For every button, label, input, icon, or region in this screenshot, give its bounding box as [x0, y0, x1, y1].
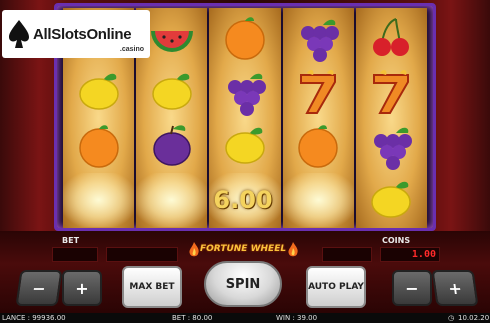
bet-label: BET: [62, 236, 80, 245]
max-bet-button[interactable]: MAX BET: [122, 266, 182, 308]
lemon-icon: [209, 119, 280, 173]
bet-minus-button[interactable]: −: [15, 270, 63, 306]
plum-icon: [136, 119, 207, 173]
total-bet-readout: BET : 80.00: [172, 314, 213, 322]
win-readout: WIN : 39.00: [276, 314, 318, 322]
coins-label: COINS: [382, 236, 411, 245]
balance-readout: LANCE : 99936.00: [2, 314, 66, 322]
bet-value-display: [106, 247, 178, 262]
bet-plus-button[interactable]: +: [62, 270, 102, 306]
status-bar: LANCE : 99936.00 BET : 80.00 WIN : 39.00…: [0, 313, 490, 323]
reel-5: [355, 8, 428, 228]
lemon-icon: [63, 65, 134, 119]
logo-brand: AllSlotsOnline: [33, 25, 132, 43]
flame-icon: [189, 242, 199, 257]
coins-plus-button[interactable]: +: [431, 270, 479, 306]
grapes-icon: [356, 119, 427, 173]
bet-display: [52, 247, 98, 262]
orange-icon: [63, 119, 134, 173]
seven-icon: [356, 65, 427, 119]
clock-readout: 10.02.20: [458, 314, 490, 322]
lemon-icon: [136, 65, 207, 119]
auto-play-button[interactable]: AUTO PLAY: [306, 266, 366, 308]
orange-icon: [209, 11, 280, 65]
flame-icon: [288, 242, 298, 257]
win-amount-display: 6.00: [213, 186, 273, 214]
winning-highlight: [282, 173, 354, 227]
coins-left-display: [322, 247, 372, 262]
spin-button[interactable]: SPIN: [204, 261, 282, 307]
reel-4: [282, 8, 354, 228]
winning-highlight: [63, 173, 135, 227]
spade-icon: [9, 20, 29, 48]
orange-icon: [283, 119, 354, 173]
fortune-wheel-title: FORTUNE WHEEL: [200, 244, 287, 254]
site-logo: AllSlotsOnline .casino: [2, 10, 150, 58]
grapes-icon: [209, 65, 280, 119]
clock-icon: ◷: [448, 314, 455, 322]
grapes-icon: [283, 11, 354, 65]
seven-icon: [283, 65, 354, 119]
coins-display: 1.00: [380, 247, 440, 262]
lemon-icon: [356, 173, 427, 227]
cherry-icon: [356, 11, 427, 65]
logo-suffix: .casino: [119, 46, 144, 53]
coins-minus-button[interactable]: −: [392, 270, 432, 306]
winning-highlight: [136, 173, 208, 227]
